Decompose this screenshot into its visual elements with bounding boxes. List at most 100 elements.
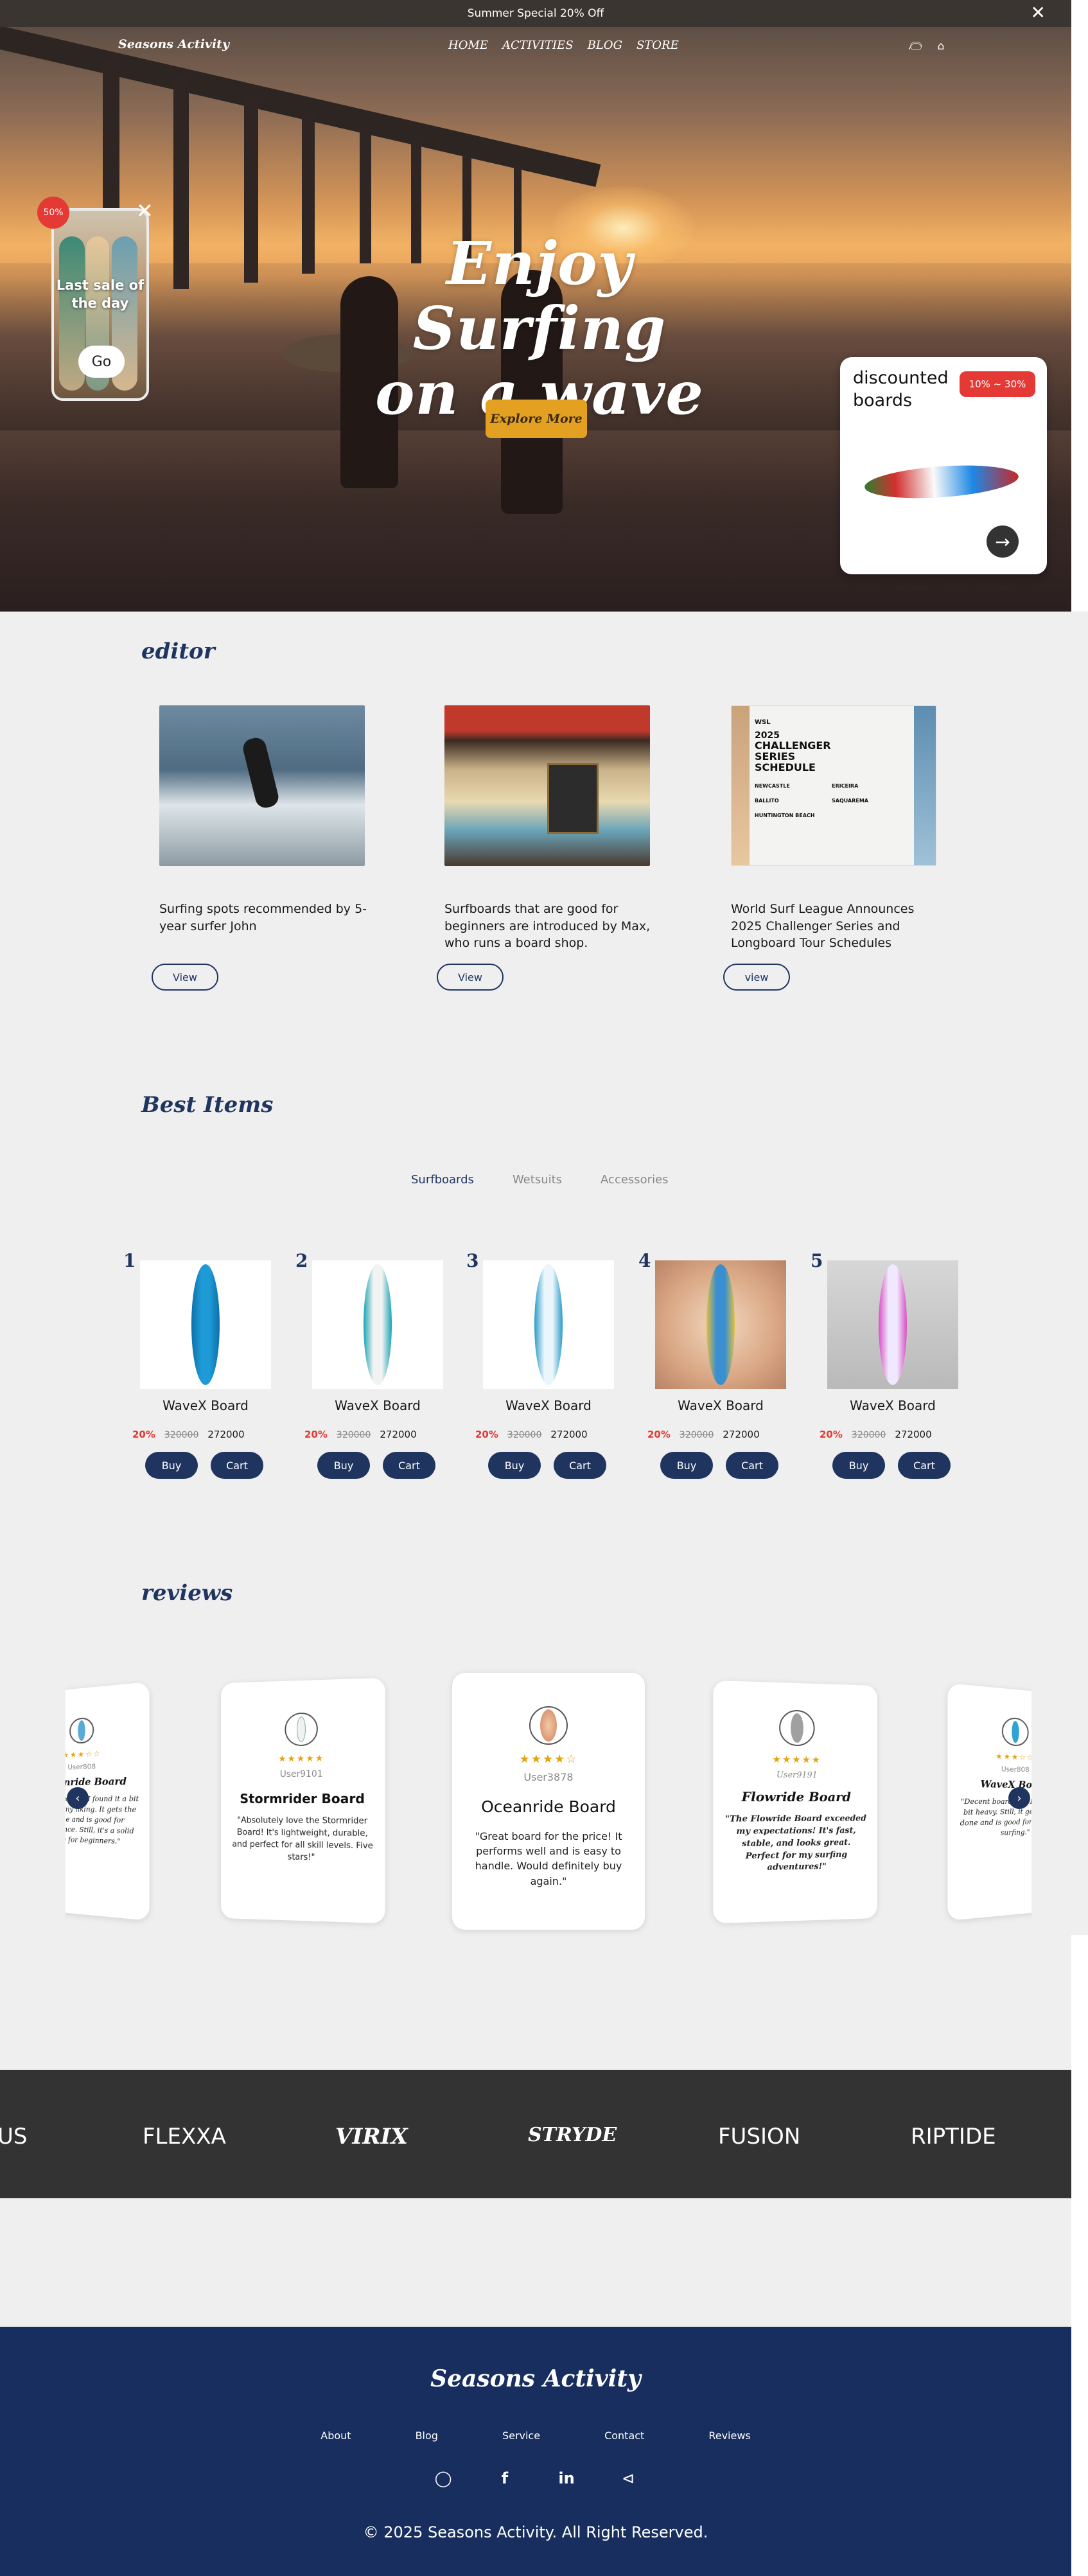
buy-button[interactable]: Buy [660, 1452, 713, 1479]
review-title: Oceanride Board [481, 1797, 616, 1816]
hero-title: Enjoy Surfing on a wave [334, 231, 745, 427]
star-rating: ★★★★☆ [519, 1752, 578, 1766]
wsl-schedule-poster: WSL 2025 CHALLENGER SERIES SCHEDULE NEWC… [731, 705, 936, 866]
last-sale-popup[interactable]: Last sale of the day Go [51, 208, 149, 401]
product-name[interactable]: WaveX Board [483, 1398, 614, 1413]
surfboard-image [534, 1264, 563, 1385]
product-card[interactable]: 3 WaveX Board 20% 320000 272000 Buy Cart [466, 1250, 614, 1479]
home-icon[interactable]: ⌂ [938, 40, 945, 53]
review-card[interactable]: ★★★★★ User9191 Flowride Board "The Flowr… [713, 1680, 877, 1924]
sale-price: 272000 [380, 1429, 417, 1440]
surfboard-shop-photo [444, 705, 650, 866]
nav-links: HOME ACTIVITIES BLOG STORE [448, 39, 679, 52]
product-actions: Buy Cart [483, 1452, 614, 1479]
editor-card: Surfing spots recommended by 5-year surf… [152, 705, 367, 935]
footer-link-contact[interactable]: Contact [604, 2430, 644, 2442]
discount-range-badge: 10% ~ 30% [960, 371, 1035, 397]
tab-wetsuits[interactable]: Wetsuits [513, 1173, 562, 1187]
product-image[interactable] [655, 1260, 786, 1389]
cart-button[interactable]: Cart [554, 1452, 606, 1479]
last-sale-label: Last sale of the day [56, 278, 145, 312]
tab-surfboards[interactable]: Surfboards [411, 1173, 474, 1187]
product-actions: Buy Cart [655, 1452, 786, 1479]
explore-more-button[interactable]: Explore More [486, 400, 587, 438]
footer-link-reviews[interactable]: Reviews [708, 2430, 750, 2442]
brand-logo: VIRIX [335, 2124, 408, 2149]
linkedin-icon[interactable]: in [556, 2469, 577, 2487]
buy-button[interactable]: Buy [145, 1452, 198, 1479]
close-icon[interactable]: ✕ [1031, 4, 1046, 22]
review-card[interactable]: ★★★★☆ User3878 Oceanride Board "Great bo… [452, 1673, 645, 1930]
close-icon[interactable]: ✕ [136, 200, 154, 221]
share-icon[interactable]: ⊲ [618, 2469, 638, 2487]
buy-button[interactable]: Buy [317, 1452, 370, 1479]
star-rating: ★★★☆☆ [996, 1751, 1031, 1763]
bag-icon[interactable]: 👝︎ [908, 40, 922, 53]
surfer-photo [159, 705, 365, 866]
site-logo[interactable]: Seasons Activity [118, 37, 229, 51]
product-image[interactable] [827, 1260, 958, 1389]
view-button[interactable]: View [152, 964, 218, 991]
reviewer-avatar [779, 1709, 815, 1747]
carousel-prev-button[interactable]: ‹ [67, 1787, 89, 1809]
product-card[interactable]: 5 WaveX Board 20% 320000 272000 Buy Cart [811, 1250, 958, 1479]
product-card[interactable]: 2 WaveX Board 20% 320000 272000 Buy Cart [295, 1250, 443, 1479]
product-card[interactable]: 1 WaveX Board 20% 320000 272000 Buy Cart [123, 1250, 271, 1479]
reviewer-name: User808 [67, 1762, 96, 1772]
product-card[interactable]: 4 WaveX Board 20% 320000 272000 Buy Cart [638, 1250, 786, 1479]
review-card[interactable]: ★★★★★ User9101 Stormrider Board "Absolut… [221, 1677, 385, 1924]
star-rating: ★★★★★ [278, 1753, 325, 1765]
facebook-icon[interactable]: f [495, 2469, 515, 2487]
review-title: Stormrider Board [240, 1790, 365, 1807]
product-image[interactable] [312, 1260, 443, 1389]
discounted-boards-card[interactable]: discounted boards 10% ~ 30% → [840, 357, 1047, 574]
product-rank: 2 [295, 1250, 308, 1271]
arrow-right-icon[interactable]: → [987, 525, 1019, 558]
carousel-next-button[interactable]: › [1008, 1787, 1030, 1809]
main-nav: Seasons Activity HOME ACTIVITIES BLOG ST… [118, 36, 1088, 59]
product-prices: 20% 320000 272000 [820, 1429, 958, 1440]
reviewer-name: User3878 [523, 1771, 574, 1783]
original-price: 320000 [507, 1430, 542, 1440]
nav-link-blog[interactable]: BLOG [588, 39, 622, 52]
product-rank: 5 [811, 1250, 823, 1271]
buy-button[interactable]: Buy [832, 1452, 885, 1479]
product-image[interactable] [140, 1260, 271, 1389]
product-name[interactable]: WaveX Board [312, 1398, 443, 1413]
product-actions: Buy Cart [140, 1452, 271, 1479]
go-button[interactable]: Go [78, 346, 125, 378]
editor-caption: World Surf League Announces 2025 Challen… [731, 902, 915, 951]
instagram-icon[interactable]: ◯ [433, 2469, 453, 2487]
brand-logo: STRYDE [528, 2124, 617, 2146]
view-button[interactable]: view [723, 964, 790, 991]
product-name[interactable]: WaveX Board [655, 1398, 786, 1413]
product-name[interactable]: WaveX Board [827, 1398, 958, 1413]
product-name[interactable]: WaveX Board [140, 1398, 271, 1413]
nav-icons: 👝︎ ⌂ [908, 40, 944, 53]
footer-link-about[interactable]: About [320, 2430, 351, 2442]
product-rank: 1 [123, 1250, 136, 1271]
hero-title-line1: Enjoy Surfing [412, 229, 667, 364]
footer-link-service[interactable]: Service [502, 2430, 540, 2442]
cart-button[interactable]: Cart [383, 1452, 435, 1479]
cart-button[interactable]: Cart [726, 1452, 778, 1479]
nav-link-home[interactable]: HOME [448, 39, 488, 52]
discount-percent: 20% [132, 1429, 155, 1440]
product-rank: 3 [466, 1250, 479, 1271]
discount-percent: 20% [304, 1429, 328, 1440]
original-price: 320000 [336, 1430, 371, 1440]
product-image[interactable] [483, 1260, 614, 1389]
reviewer-avatar [69, 1716, 94, 1744]
buy-button[interactable]: Buy [488, 1452, 541, 1479]
announcement-bar: Summer Special 20% Off ✕ [0, 0, 1071, 27]
cart-button[interactable]: Cart [898, 1452, 951, 1479]
reviews-carousel: ★★★☆☆ User808 Oceanride Board "Good boar… [66, 1657, 1031, 1953]
footer-link-blog[interactable]: Blog [416, 2430, 438, 2442]
tab-accessories[interactable]: Accessories [601, 1173, 669, 1187]
nav-link-store[interactable]: STORE [636, 39, 679, 52]
nav-link-activities[interactable]: ACTIVITIES [502, 39, 574, 52]
footer-logo[interactable]: Seasons Activity [0, 2365, 1071, 2392]
discount-percent: 20% [647, 1429, 671, 1440]
cart-button[interactable]: Cart [211, 1452, 263, 1479]
view-button[interactable]: View [437, 964, 504, 991]
